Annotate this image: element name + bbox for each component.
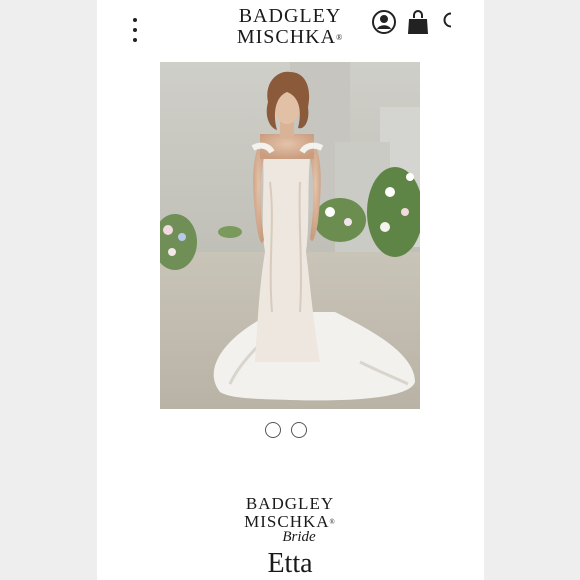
image-carousel-dots <box>265 422 307 438</box>
carousel-dot-1[interactable] <box>265 422 281 438</box>
brand-logo[interactable]: BADGLEY MISCHKA® <box>225 6 355 48</box>
brand-line-1: BADGLEY <box>245 494 335 513</box>
left-backdrop <box>0 0 97 580</box>
shopping-bag-icon[interactable] <box>407 9 429 35</box>
logo-line-1: BADGLEY <box>238 5 342 27</box>
carousel-dot-2[interactable] <box>291 422 307 438</box>
partial-icon <box>443 12 451 28</box>
product-name: Etta <box>267 548 313 579</box>
product-brand: BADGLEY MISCHKA® Bride <box>225 494 355 546</box>
product-photo[interactable] <box>160 62 420 409</box>
product-page: BADGLEY MISCHKA® BADGLEY MISCHKA® Bride … <box>97 0 484 580</box>
right-backdrop <box>484 0 580 580</box>
kebab-menu-icon[interactable] <box>127 18 143 42</box>
user-icon[interactable] <box>372 10 396 34</box>
logo-line-2: MISCHKA® <box>236 26 344 48</box>
brand-script: Bride <box>282 529 316 545</box>
